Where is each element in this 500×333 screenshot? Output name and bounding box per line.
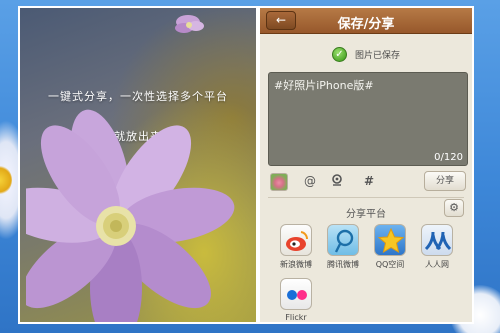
header-bar: ← 保存/分享 bbox=[260, 8, 472, 34]
photo-thumbnail[interactable] bbox=[270, 173, 288, 191]
location-icon[interactable] bbox=[331, 174, 343, 190]
compose-toolbar: @ # 分享 bbox=[268, 171, 468, 193]
platform-sina-weibo[interactable]: 新浪微博 bbox=[274, 224, 318, 270]
page-title: 保存/分享 bbox=[337, 17, 395, 32]
platform-renren[interactable]: 人人网 bbox=[415, 224, 459, 270]
background-flower-center bbox=[0, 165, 12, 195]
hashtag-icon[interactable]: # bbox=[364, 174, 374, 188]
tencent-weibo-icon bbox=[327, 224, 359, 256]
gear-icon: ⚙ bbox=[449, 201, 459, 214]
photo-preview: 一键式分享，一次性选择多个平台 有料就放出来吧！ bbox=[18, 6, 258, 324]
platform-qzone[interactable]: QQ空间 bbox=[368, 224, 412, 270]
flower-bud-image bbox=[175, 15, 204, 33]
cosmos-flower-image bbox=[26, 109, 235, 322]
check-circle-icon: ✓ bbox=[331, 47, 347, 62]
character-counter: 0/120 bbox=[434, 152, 463, 163]
renren-icon bbox=[421, 224, 453, 256]
saved-status: ✓ 图片已保存 bbox=[260, 44, 472, 62]
platform-label: Flickr bbox=[285, 313, 307, 322]
platform-tencent-weibo[interactable]: 腾讯微博 bbox=[321, 224, 365, 270]
platform-flickr[interactable]: Flickr bbox=[274, 278, 318, 322]
platform-label: 新浪微博 bbox=[280, 260, 312, 269]
settings-button[interactable]: ⚙ bbox=[444, 199, 464, 217]
platform-label: 人人网 bbox=[425, 260, 449, 269]
platform-label: 腾讯微博 bbox=[327, 260, 359, 269]
share-panel: ← 保存/分享 ✓ 图片已保存 #好照片iPhone版# 0/120 @ # 分… bbox=[258, 6, 474, 324]
sina-weibo-icon bbox=[280, 224, 312, 256]
share-text-value: #好照片iPhone版# bbox=[274, 79, 374, 92]
share-button[interactable]: 分享 bbox=[424, 171, 466, 191]
flickr-icon bbox=[280, 278, 312, 310]
photo-caption-line1: 一键式分享，一次性选择多个平台 bbox=[48, 90, 228, 103]
mention-at-icon[interactable]: @ bbox=[304, 174, 316, 188]
share-text-input[interactable]: #好照片iPhone版# 0/120 bbox=[268, 72, 468, 166]
platform-label: QQ空间 bbox=[375, 260, 405, 269]
qzone-icon bbox=[374, 224, 406, 256]
divider bbox=[268, 197, 464, 198]
platforms-title: 分享平台 bbox=[346, 209, 386, 220]
saved-status-label: 图片已保存 bbox=[355, 51, 401, 61]
